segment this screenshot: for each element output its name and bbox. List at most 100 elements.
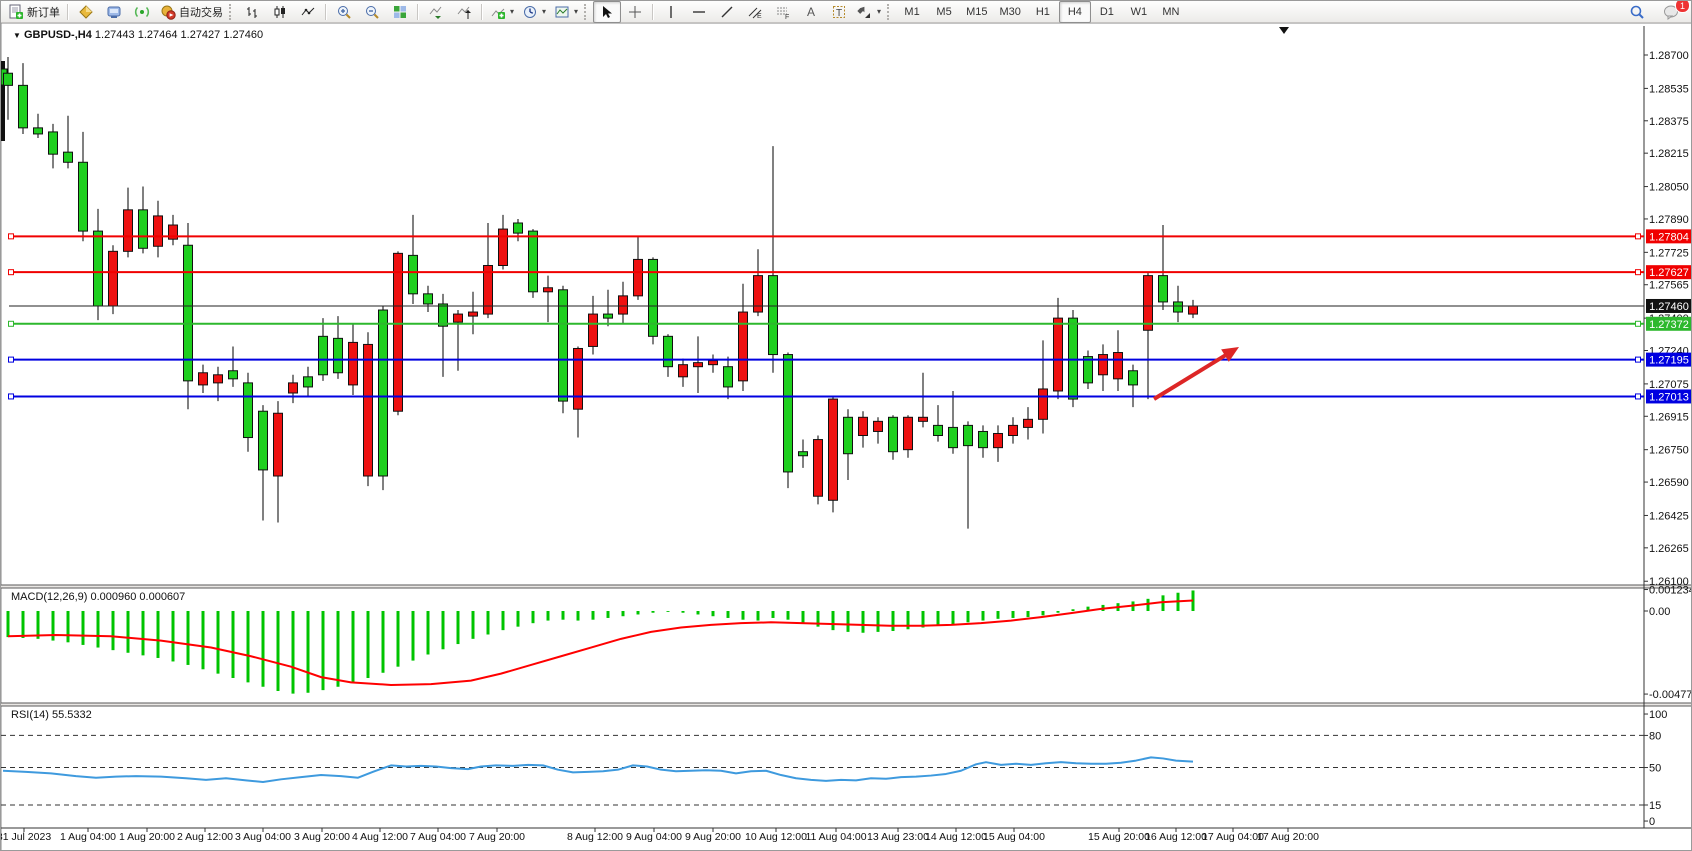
crosshair-tool-button[interactable]	[621, 1, 649, 23]
svg-text:E: E	[757, 13, 762, 20]
toolbar-grip[interactable]	[887, 4, 892, 20]
signals-button[interactable]	[128, 1, 156, 23]
time-scale[interactable]: 31 Jul 20231 Aug 04:001 Aug 20:002 Aug 1…	[1, 828, 1319, 843]
chevron-down-icon: ▾	[510, 7, 514, 16]
timeframe-h4-button[interactable]: H4	[1059, 1, 1091, 23]
svg-text:T: T	[836, 8, 842, 19]
indicators-button[interactable]: ▾	[486, 1, 518, 23]
time-axis-label: 9 Aug 04:00	[626, 831, 682, 843]
shapes-icon	[857, 4, 873, 20]
price-tick-label: 1.27725	[1649, 247, 1689, 259]
line-chart-type-button[interactable]	[294, 1, 322, 23]
separator	[652, 4, 654, 20]
text-label-tool-button[interactable]: T	[825, 1, 853, 23]
rsi-tick-label: 80	[1649, 730, 1661, 742]
templates-button[interactable]: ▾	[550, 1, 582, 23]
auto-trading-icon	[160, 4, 176, 20]
new-order-icon	[8, 4, 24, 20]
tile-windows-icon	[392, 4, 408, 20]
chart-plot-area[interactable]	[9, 26, 1644, 585]
vertical-line-icon	[663, 4, 679, 20]
chart-dropdown-icon[interactable]: ▼	[13, 31, 21, 40]
rsi-tick-label: 50	[1649, 763, 1661, 775]
separator	[67, 4, 69, 20]
cursor-tool-button[interactable]	[593, 1, 621, 23]
notification-count-badge: 1	[1675, 0, 1690, 13]
candlestick-chart-type-button[interactable]	[266, 1, 294, 23]
market-depth-button[interactable]	[72, 1, 100, 23]
rsi-tick-label: 15	[1649, 800, 1661, 812]
separator	[481, 4, 483, 20]
trendline-tool-button[interactable]	[713, 1, 741, 23]
price-badge-label: 1.27804	[1649, 231, 1689, 243]
price-tick-label: 1.26265	[1649, 543, 1689, 555]
chevron-down-icon: ▾	[574, 7, 578, 16]
timeframe-w1-button[interactable]: W1	[1123, 1, 1155, 23]
zoom-in-button[interactable]	[330, 1, 358, 23]
zoom-in-icon	[336, 4, 352, 20]
toolbar-grip[interactable]	[229, 4, 234, 20]
price-tick-label: 1.26915	[1649, 411, 1689, 423]
vertical-line-tool-button[interactable]	[657, 1, 685, 23]
timeframe-d1-button[interactable]: D1	[1091, 1, 1123, 23]
search-button[interactable]	[1623, 1, 1651, 23]
new-order-label: 新订单	[27, 4, 60, 20]
horizontal-line-icon	[691, 4, 707, 20]
chevron-down-icon: ▾	[542, 7, 546, 16]
separator	[325, 4, 327, 20]
terminal-button[interactable]	[100, 1, 128, 23]
indicators-add-icon	[490, 4, 506, 20]
text-tool-button[interactable]: A	[797, 1, 825, 23]
timeframe-m5-button[interactable]: M5	[928, 1, 960, 23]
timeframe-m1-button[interactable]: M1	[896, 1, 928, 23]
chevron-down-icon: ▾	[877, 7, 881, 16]
zoom-out-button[interactable]	[358, 1, 386, 23]
time-axis-label: 13 Aug 23:00	[867, 831, 929, 843]
candlestick-icon	[272, 4, 288, 20]
gold-diamond-icon	[78, 4, 94, 20]
arrows-tool-button[interactable]: ▾	[853, 1, 885, 23]
chart-canvas[interactable]: 1.287001.285351.283751.282151.280501.278…	[1, 1, 1692, 851]
time-axis-label: 17 Aug 20:00	[1257, 831, 1319, 843]
bar-chart-type-button[interactable]	[238, 1, 266, 23]
time-axis-label: 1 Aug 20:00	[119, 831, 175, 843]
time-axis-label: 3 Aug 20:00	[294, 831, 350, 843]
trendline-icon	[719, 4, 735, 20]
macd-tick-label: -0.004774	[1649, 689, 1692, 701]
auto-trading-button[interactable]: 自动交易	[156, 1, 227, 23]
toolbar-grip[interactable]	[584, 4, 589, 20]
template-chart-icon	[554, 4, 570, 20]
tile-windows-button[interactable]	[386, 1, 414, 23]
horizontal-line-tool-button[interactable]	[685, 1, 713, 23]
new-order-button[interactable]: 新订单	[4, 1, 64, 23]
toolbar: 新订单 自动交易	[1, 1, 1691, 23]
price-tick-label: 1.28050	[1649, 182, 1689, 194]
chart-shift-icon	[456, 4, 472, 20]
time-axis-label: 16 Aug 12:00	[1145, 831, 1207, 843]
price-badge-label: 1.27372	[1649, 319, 1689, 331]
timeframe-h1-button[interactable]: H1	[1027, 1, 1059, 23]
auto-scroll-button[interactable]	[422, 1, 450, 23]
terminal-icon	[106, 4, 122, 20]
periods-button[interactable]: ▾	[518, 1, 550, 23]
equidistant-channel-tool-button[interactable]: E	[741, 1, 769, 23]
time-axis-label: 7 Aug 20:00	[469, 831, 525, 843]
text-label-icon: T	[831, 4, 847, 20]
channel-icon: E	[747, 4, 763, 20]
auto-trading-label: 自动交易	[179, 4, 223, 20]
time-axis-label: 17 Aug 04:00	[1202, 831, 1264, 843]
time-axis-label: 8 Aug 12:00	[567, 831, 623, 843]
symbol-period-label: GBPUSD-,H4	[24, 29, 92, 41]
timeframe-m30-button[interactable]: M30	[993, 1, 1026, 23]
timeframe-m15-button[interactable]: M15	[960, 1, 993, 23]
time-axis-label: 1 Aug 04:00	[60, 831, 116, 843]
fibonacci-tool-button[interactable]: F	[769, 1, 797, 23]
macd-indicator-label: MACD(12,26,9) 0.000960 0.000607	[11, 591, 185, 603]
rsi-tick-label: 100	[1649, 709, 1667, 721]
macd-tick-label: 0.001234	[1649, 585, 1692, 597]
chart-shift-button[interactable]	[450, 1, 478, 23]
time-axis-label: 11 Aug 04:00	[805, 831, 866, 843]
notifications-button[interactable]: 1	[1657, 1, 1685, 23]
svg-text:F: F	[785, 14, 789, 20]
timeframe-mn-button[interactable]: MN	[1155, 1, 1187, 23]
